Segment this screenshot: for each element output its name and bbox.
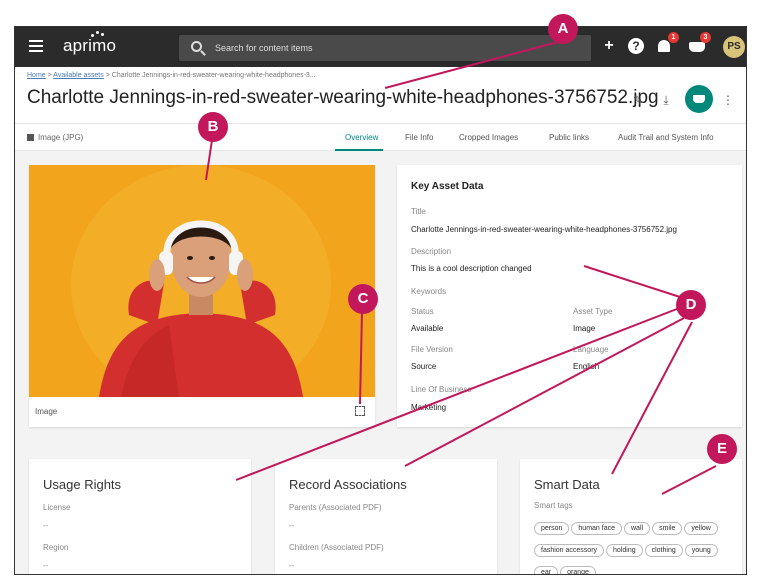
region-value: -- xyxy=(43,561,49,570)
smart-tag[interactable]: ear xyxy=(534,566,559,574)
tab-cropped-images[interactable]: Cropped Images xyxy=(459,133,518,142)
file-version-label: File Version xyxy=(411,345,453,354)
search-input[interactable] xyxy=(215,39,575,57)
breadcrumb-available-assets[interactable]: Available assets xyxy=(53,72,103,79)
line-of-business-label: Line Of Business xyxy=(411,385,472,394)
smart-data-card: Smart Data Smart tags person human face wa… xyxy=(520,459,742,574)
basket-icon[interactable]: 3 xyxy=(687,32,711,56)
status-label: Status xyxy=(411,307,434,316)
tab-public-links[interactable]: Public links xyxy=(549,133,589,142)
annotation-marker-a: A xyxy=(548,14,578,44)
search-icon xyxy=(191,41,202,52)
annotation-marker-d: D xyxy=(676,290,706,320)
title-value: Charlotte Jennings-in-red-sweater-wearin… xyxy=(411,225,677,234)
status-value: Available xyxy=(411,324,444,333)
region-label: Region xyxy=(43,543,69,552)
description-label: Description xyxy=(411,247,452,256)
user-avatar[interactable]: PS xyxy=(723,36,745,58)
parents-value: -- xyxy=(289,521,295,530)
children-value: -- xyxy=(289,561,295,570)
download-icon[interactable]: ⤓ xyxy=(657,91,675,109)
asset-image[interactable] xyxy=(29,165,375,397)
smart-tag[interactable]: wall xyxy=(624,522,651,535)
active-tab-indicator xyxy=(335,149,383,151)
image-icon xyxy=(27,134,34,141)
description-value: This is a cool description changed xyxy=(411,264,532,273)
search-bar[interactable] xyxy=(179,35,591,61)
help-icon[interactable]: ? xyxy=(628,38,644,54)
smart-tag[interactable]: smile xyxy=(652,522,683,535)
annotation-marker-c: C xyxy=(348,284,378,314)
top-bar: aprimo + ? 1 3 PS xyxy=(15,27,746,67)
add-to-basket-button[interactable] xyxy=(685,85,713,113)
smart-tag[interactable]: fashion accessory xyxy=(534,544,605,557)
page-title: Charlotte Jennings-in-red-sweater-wearin… xyxy=(27,87,659,108)
basket-badge: 3 xyxy=(700,32,711,43)
tab-overview[interactable]: Overview xyxy=(345,133,378,142)
annotation-marker-b: B xyxy=(198,112,228,142)
smart-data-title: Smart Data xyxy=(534,477,600,492)
tab-audit-trail[interactable]: Audit Trail and System Info xyxy=(618,133,714,142)
notifications-icon[interactable]: 1 xyxy=(655,32,679,56)
asset-type-field-label: Asset Type xyxy=(573,307,613,316)
image-caption: Image xyxy=(35,407,58,416)
smart-tag[interactable]: person xyxy=(534,522,570,535)
app-logo[interactable]: aprimo xyxy=(63,36,116,56)
edit-icon[interactable]: ✎ xyxy=(629,91,647,109)
image-preview-card: Image xyxy=(29,165,375,427)
record-associations-card: Record Associations Parents (Associated … xyxy=(275,459,497,574)
asset-photo-illustration xyxy=(29,165,375,397)
breadcrumb-home[interactable]: Home xyxy=(27,72,46,79)
notification-badge: 1 xyxy=(668,32,679,43)
keywords-label: Keywords xyxy=(411,287,447,296)
usage-rights-title: Usage Rights xyxy=(43,477,122,492)
asset-type-label: Image (JPG) xyxy=(27,133,83,142)
breadcrumb: Home > Available assets > Charlotte Jenn… xyxy=(27,72,316,79)
fullscreen-icon[interactable] xyxy=(355,406,365,416)
parents-label: Parents (Associated PDF) xyxy=(289,503,382,512)
smart-tag[interactable]: young xyxy=(684,544,718,557)
annotation-marker-e: E xyxy=(707,434,737,464)
add-icon[interactable]: + xyxy=(599,36,619,56)
asset-header: Home > Available assets > Charlotte Jenn… xyxy=(15,67,746,123)
language-value: English xyxy=(573,362,600,371)
line-of-business-value: Marketing xyxy=(411,403,447,412)
children-label: Children (Associated PDF) xyxy=(289,543,384,552)
smart-tags-label: Smart tags xyxy=(534,501,573,510)
basket-icon xyxy=(693,95,705,103)
app-window: aprimo + ? 1 3 PS Home > Available asset… xyxy=(14,26,747,575)
more-options-icon[interactable]: ⋮ xyxy=(719,91,737,109)
tab-file-info[interactable]: File Info xyxy=(405,133,433,142)
smart-tag[interactable]: holding xyxy=(606,544,643,557)
license-value: -- xyxy=(43,521,49,530)
record-associations-title: Record Associations xyxy=(289,477,407,492)
key-asset-data-heading: Key Asset Data xyxy=(411,181,484,192)
tab-bar: Image (JPG) Overview File Info Cropped I… xyxy=(15,123,746,151)
title-label: Title xyxy=(411,207,426,216)
smart-tag[interactable]: clothing xyxy=(644,544,683,557)
asset-type-value: Image xyxy=(573,324,596,333)
breadcrumb-current: Charlotte Jennings-in-red-sweater-wearin… xyxy=(111,72,316,79)
license-label: License xyxy=(43,503,71,512)
language-label: Language xyxy=(573,345,609,354)
usage-rights-card: Usage Rights License -- Region -- xyxy=(29,459,251,574)
file-version-value: Source xyxy=(411,362,437,371)
smart-tag[interactable]: human face xyxy=(571,522,622,535)
smart-tag[interactable]: yellow xyxy=(684,522,718,535)
smart-tag[interactable]: orange xyxy=(560,566,596,574)
asset-type-text: Image (JPG) xyxy=(38,133,84,142)
smart-tags-list: person human face wall smile yellow fashion a… xyxy=(534,517,724,574)
menu-icon[interactable] xyxy=(29,40,43,52)
